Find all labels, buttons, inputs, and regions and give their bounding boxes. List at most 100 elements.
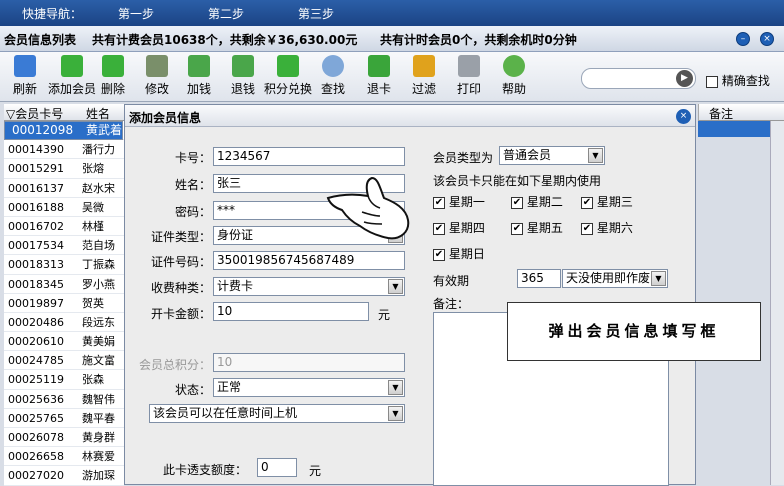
table-row[interactable]: 00026078 黄身群 — [4, 428, 124, 448]
add-money-button[interactable]: 加钱 — [184, 55, 214, 99]
name-cell: 潘行力 — [82, 143, 115, 157]
chevron-down-icon: ▼ — [388, 406, 403, 421]
edit-icon — [146, 55, 168, 77]
checkbox[interactable]: ✔ — [511, 196, 523, 209]
filter-button[interactable]: 过滤 — [409, 55, 439, 99]
day-friday[interactable]: ✔ 星期五 — [511, 219, 563, 236]
day-saturday[interactable]: ✔ 星期六 — [581, 219, 633, 236]
day-thursday[interactable]: ✔ 星期四 — [433, 219, 485, 236]
dialog-close-icon[interactable]: × — [676, 109, 691, 124]
table-row[interactable]: 00018345 罗小燕 — [4, 275, 124, 294]
card-no-cell: 00012098 — [12, 123, 74, 137]
exact-search-option[interactable]: 精确查找 — [706, 72, 770, 89]
valid-days-field[interactable]: 365 — [517, 269, 561, 288]
table-row[interactable]: 00018313 丁振森 — [4, 255, 124, 275]
checkbox[interactable]: ✔ — [581, 222, 593, 235]
remark-column-header: 备注 — [698, 104, 784, 121]
day-sunday[interactable]: ✔ 星期日 — [433, 245, 485, 262]
open-amount-field[interactable]: 10 — [213, 302, 369, 321]
table-row[interactable]: 00025636 魏智伟 — [4, 390, 124, 409]
name-cell: 黄武着 — [86, 123, 123, 137]
nav-step-1[interactable]: 第一步 — [118, 5, 154, 22]
table-row[interactable]: 00025119 张森 — [4, 370, 124, 390]
edit-button[interactable]: 修改 — [142, 55, 172, 99]
table-row[interactable]: 00015291 张熔 — [4, 159, 124, 179]
points-label: 会员总积分： — [139, 358, 212, 372]
checkbox[interactable]: ✔ — [581, 196, 593, 209]
name-cell: 段远东 — [82, 315, 115, 329]
card-no-cell: 00025636 — [8, 392, 64, 406]
table-row[interactable]: 00012098 黄武着 — [4, 121, 124, 140]
points-exchange-button[interactable]: 积分兑换 — [262, 55, 314, 99]
close-window-icon[interactable]: × — [760, 32, 774, 46]
table-row[interactable]: 00026658 林赛爱 — [4, 447, 124, 467]
search-go-icon[interactable]: ▶ — [676, 70, 693, 87]
card-no-cell: 00020610 — [8, 335, 64, 349]
card-no-cell: 00027020 — [8, 469, 64, 483]
scrollbar[interactable] — [770, 121, 784, 485]
checkbox[interactable]: ✔ — [511, 222, 523, 235]
points-field: 10 — [213, 353, 405, 372]
search-input[interactable]: ▶ — [581, 68, 696, 89]
day-wednesday[interactable]: ✔ 星期三 — [581, 193, 633, 210]
exact-search-checkbox[interactable] — [706, 75, 718, 88]
table-row[interactable]: 00020486 段远东 — [4, 313, 124, 333]
valid-unit-select[interactable]: 天没使用即作废 ▼ — [562, 269, 668, 288]
member-type-select[interactable]: 普通会员 ▼ — [499, 146, 605, 165]
minimize-icon[interactable]: – — [736, 32, 750, 46]
table-row[interactable]: 00020610 黄美娟 — [4, 332, 124, 352]
add-member-button[interactable]: 添加会员 — [46, 55, 98, 99]
name-column[interactable]: 姓名 — [86, 105, 110, 122]
id-no-field[interactable]: 350019856745687489 — [213, 251, 405, 270]
name-label: 姓名： — [175, 178, 212, 192]
table-row[interactable]: 00024785 施文富 — [4, 351, 124, 371]
annotation-callout: 弹出会员信息填写框 — [507, 302, 761, 361]
card-no-cell: 00016702 — [8, 219, 64, 233]
add-member-icon — [61, 55, 83, 77]
nav-step-2[interactable]: 第二步 — [208, 5, 244, 22]
card-no-cell: 00018313 — [8, 258, 64, 272]
help-button[interactable]: 帮助 — [499, 55, 529, 99]
day-monday[interactable]: ✔ 星期一 — [433, 193, 485, 210]
delete-button[interactable]: 删除 — [98, 55, 128, 99]
password-label: 密码： — [175, 205, 212, 219]
search-button[interactable]: 查找 — [318, 55, 348, 99]
table-row[interactable]: 00016137 赵水宋 — [4, 179, 124, 198]
card-no-cell: 00016137 — [8, 181, 64, 195]
table-row[interactable]: 00017534 范自场 — [4, 236, 124, 256]
card-no-cell: 00019897 — [8, 296, 64, 310]
card-no-field[interactable]: 1234567 — [213, 147, 405, 166]
checkbox[interactable]: ✔ — [433, 222, 445, 235]
summary-bar: 会员信息列表 共有计费会员10638个，共剩余￥36,630.00元 共有计时会… — [0, 26, 784, 52]
card-no-cell: 00015291 — [8, 162, 64, 176]
table-row[interactable]: 00019897 贺英 — [4, 294, 124, 313]
name-cell: 黄美娟 — [82, 335, 115, 349]
day-tuesday[interactable]: ✔ 星期二 — [511, 193, 563, 210]
card-no-cell: 00020486 — [8, 315, 64, 329]
member-type-label: 会员类型为 — [433, 151, 494, 165]
table-row[interactable]: 00014390 潘行力 — [4, 140, 124, 160]
login-rule-select[interactable]: 该会员可以在任意时间上机 ▼ — [149, 404, 405, 423]
table-row[interactable]: 00025765 魏平春 — [4, 409, 124, 428]
card-no-cell: 00024785 — [8, 354, 64, 368]
overdraft-field[interactable]: 0 — [257, 458, 297, 477]
table-row[interactable]: 00016188 吴微 — [4, 198, 124, 217]
fee-type-select[interactable]: 计费卡 ▼ — [213, 277, 405, 296]
status-select[interactable]: 正常 ▼ — [213, 378, 405, 397]
return-card-button[interactable]: 退卡 — [364, 55, 394, 99]
table-row[interactable]: 00016702 林槿 — [4, 217, 124, 237]
checkbox[interactable]: ✔ — [433, 196, 445, 209]
refund-button[interactable]: 退钱 — [228, 55, 258, 99]
weekday-note: 该会员卡只能在如下星期内使用 — [433, 174, 602, 188]
add-money-icon — [188, 55, 210, 77]
print-button[interactable]: 打印 — [454, 55, 484, 99]
card-no-column[interactable]: ▽会员卡号 — [6, 105, 63, 122]
magnifier-icon — [322, 55, 344, 77]
nav-step-3[interactable]: 第三步 — [298, 5, 334, 22]
refresh-button[interactable]: 刷新 — [8, 55, 42, 99]
name-cell: 范自场 — [82, 239, 115, 253]
checkbox[interactable]: ✔ — [433, 248, 445, 261]
overdraft-label: 此卡透支额度： — [163, 463, 248, 477]
table-row[interactable]: 00027020 游加琛 — [4, 466, 124, 486]
points-exchange-icon — [277, 55, 299, 77]
